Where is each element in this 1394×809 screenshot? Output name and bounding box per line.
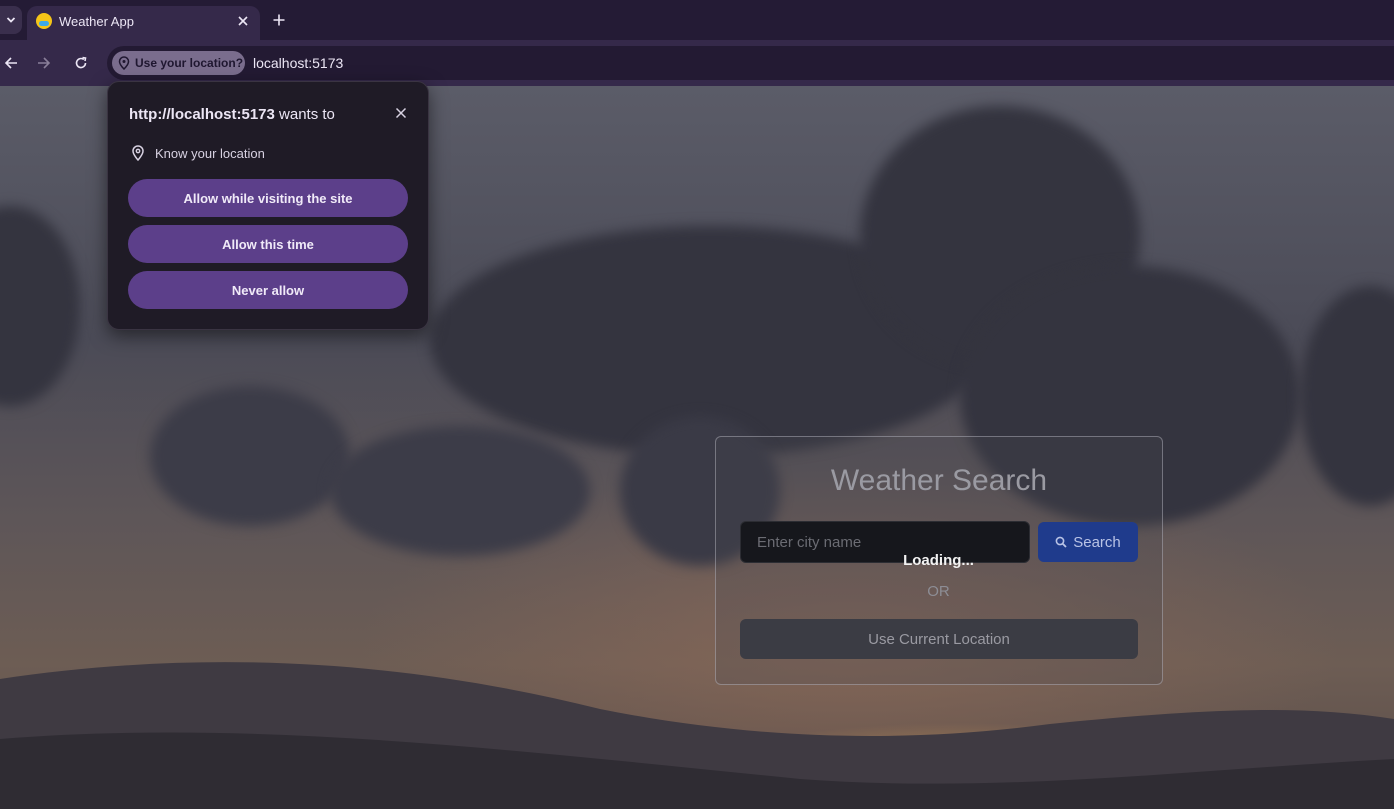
permission-description: Know your location: [155, 145, 265, 161]
location-pin-icon: [132, 145, 144, 161]
new-tab-button[interactable]: [268, 9, 290, 31]
arrow-left-icon: [4, 57, 17, 69]
allow-this-time-button[interactable]: Allow this time: [128, 225, 408, 263]
permission-title-suffix: wants to: [274, 106, 335, 123]
close-icon: [238, 16, 248, 26]
weather-favicon-icon: [36, 13, 52, 29]
card-title: Weather Search: [830, 464, 1048, 497]
or-divider: OR: [927, 583, 950, 600]
tab-weather-app[interactable]: Weather App: [27, 6, 260, 40]
search-icon: [1055, 536, 1067, 548]
location-permission-popup: http://localhost:5173 wants to Know your…: [107, 81, 429, 330]
allow-while-visiting-button[interactable]: Allow while visiting the site: [128, 179, 408, 217]
tab-close-button[interactable]: [233, 11, 253, 31]
location-permission-chip[interactable]: Use your location?: [112, 51, 245, 75]
address-bar[interactable]: Use your location? localhost:5173: [107, 46, 1394, 80]
arrow-right-icon: [38, 57, 51, 69]
browser-toolbar: Use your location? localhost:5173: [0, 40, 1394, 86]
permission-row: Know your location: [131, 145, 265, 161]
location-pin-icon: [118, 56, 130, 70]
close-icon: [395, 107, 407, 119]
forward-button[interactable]: [33, 52, 55, 74]
permission-title: http://localhost:5173 wants to: [129, 106, 335, 123]
permission-close-button[interactable]: [392, 104, 410, 122]
loading-indicator: Loading...: [903, 552, 974, 569]
url-text[interactable]: localhost:5173: [253, 55, 343, 71]
plus-icon: [273, 14, 285, 26]
reload-button[interactable]: [70, 52, 92, 74]
tab-strip: Weather App: [0, 0, 1394, 40]
chevron-down-icon: [6, 17, 16, 23]
location-chip-label: Use your location?: [135, 56, 244, 70]
tab-search-button[interactable]: [0, 6, 22, 34]
reload-icon: [75, 56, 87, 69]
search-button-label: Search: [1073, 533, 1121, 551]
never-allow-button[interactable]: Never allow: [128, 271, 408, 309]
permission-origin: http://localhost:5173: [129, 106, 275, 123]
tab-title: Weather App: [59, 14, 134, 29]
back-button[interactable]: [0, 52, 22, 74]
use-current-location-button[interactable]: Use Current Location: [740, 619, 1138, 659]
weather-search-card: Weather Search Search Loading... OR Use …: [715, 436, 1163, 685]
